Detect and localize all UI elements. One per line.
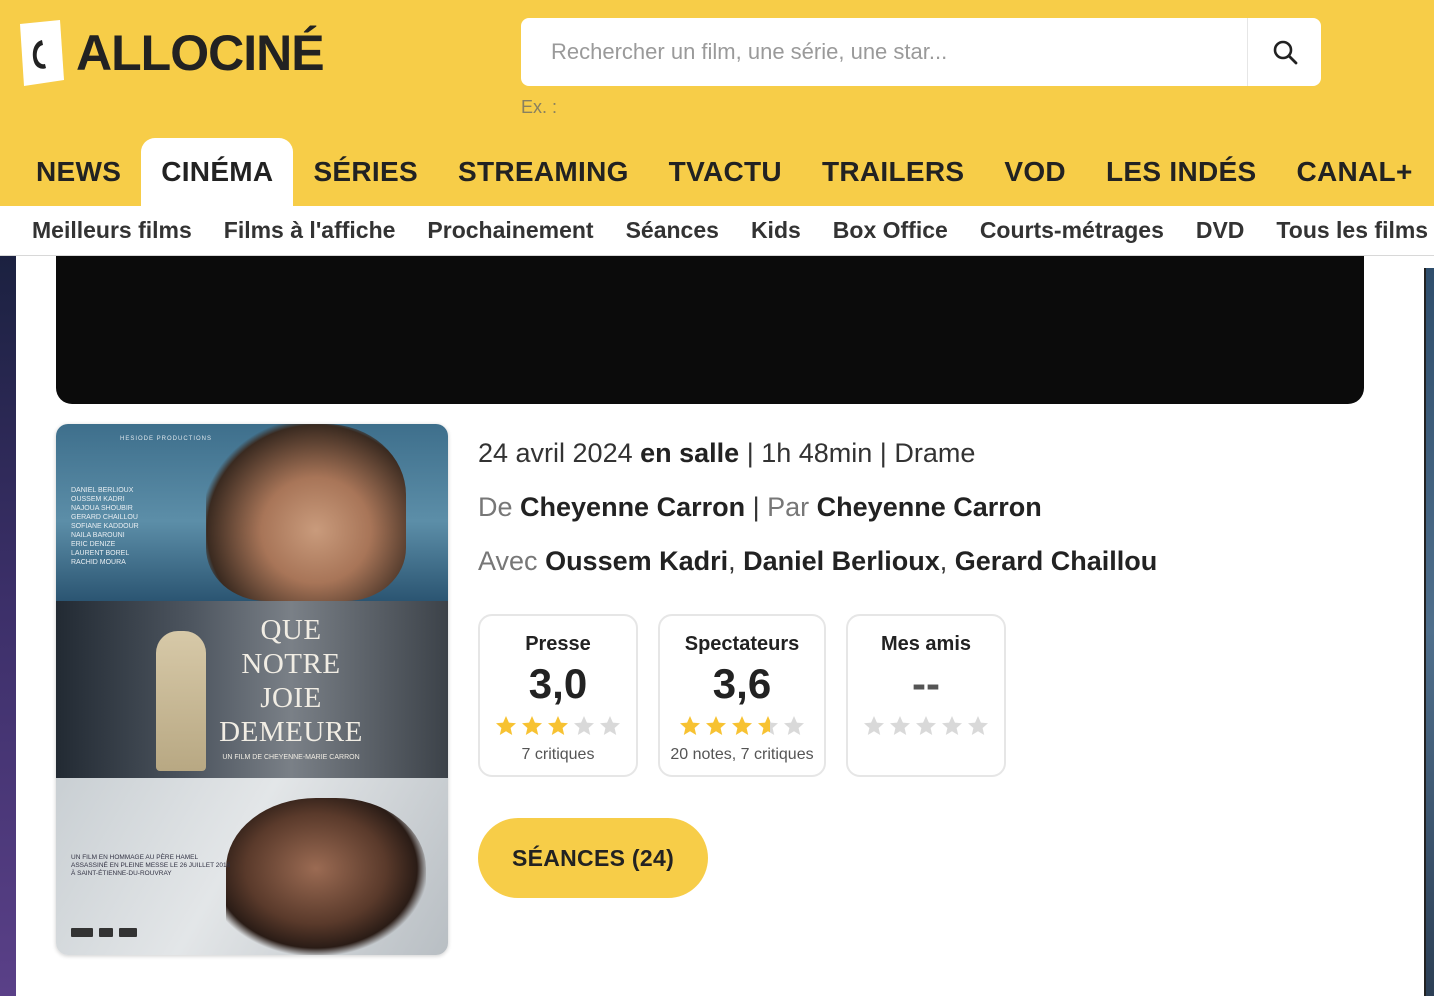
subnav-meilleurs-films[interactable]: Meilleurs films — [16, 217, 208, 244]
rating-score: 3,6 — [712, 660, 772, 707]
rating-title: Mes amis — [880, 633, 972, 655]
poster-logo — [71, 928, 93, 937]
subnav-dvd[interactable]: DVD — [1180, 217, 1261, 244]
poster-face-woman — [226, 798, 426, 955]
nav-trailers[interactable]: TRAILERS — [802, 138, 984, 206]
poster-tribute: UN FILM EN HOMMAGE AU PÈRE HAMEL ASSASSI… — [71, 854, 231, 877]
rating-count: 7 critiques — [521, 746, 595, 763]
cast-link[interactable]: Oussem Kadri — [545, 546, 728, 576]
nav-news[interactable]: NEWS — [16, 138, 141, 206]
director-prefix: De — [478, 492, 513, 522]
star-icon — [706, 716, 726, 735]
rating-title: Spectateurs — [684, 633, 800, 655]
rating-presse[interactable]: Presse 3,0 7 critiques — [478, 614, 638, 777]
subnav-courts-metrages[interactable]: Courts-métrages — [964, 217, 1180, 244]
subnav-tous-les-films[interactable]: Tous les films — [1260, 217, 1434, 244]
cast-info: Avec Oussem Kadri, Daniel Berlioux, Gera… — [478, 546, 1158, 576]
search-button[interactable] — [1247, 18, 1321, 86]
release-info: 24 avril 2024 en salle | 1h 48min | Dram… — [478, 438, 976, 468]
background-right-art — [1424, 268, 1434, 996]
director-info: De Cheyenne Carron | Par Cheyenne Carron — [478, 492, 1042, 522]
background-left-art — [0, 256, 16, 996]
nav-cinema[interactable]: CINÉMA — [141, 138, 294, 206]
search-bar — [521, 18, 1321, 86]
site-header: ALLOCINÉ Ex. : NEWS CINÉMA SÉRIES STREAM… — [0, 0, 1434, 206]
star-icon — [496, 716, 516, 735]
subnav-kids[interactable]: Kids — [735, 217, 817, 244]
star-icon — [864, 716, 884, 735]
poster-production: HESIODE PRODUCTIONS — [119, 436, 212, 442]
rating-title: Presse — [525, 633, 591, 655]
main-nav: NEWS CINÉMA SÉRIES STREAMING TVACTU TRAI… — [16, 138, 1433, 206]
poster-logo — [99, 928, 113, 937]
cast-prefix: Avec — [478, 546, 538, 576]
nav-les-indes[interactable]: LES INDÉS — [1086, 138, 1277, 206]
poster-logos — [71, 928, 137, 937]
rating-spectateurs[interactable]: Spectateurs 3,6 20 notes, 7 critiques — [658, 614, 826, 777]
star-icon — [574, 716, 594, 735]
poster-title: QUE NOTRE JOIE DEMEURE — [206, 613, 376, 749]
star-icon — [600, 716, 620, 735]
star-icon — [522, 716, 542, 735]
release-date: 24 avril 2024 — [478, 438, 633, 468]
release-type: en salle — [640, 438, 740, 468]
seances-button[interactable]: SÉANCES (24) — [478, 818, 708, 898]
writer-prefix: Par — [767, 492, 810, 522]
subnav-box-office[interactable]: Box Office — [817, 217, 964, 244]
poster-panel-bottom: UN FILM EN HOMMAGE AU PÈRE HAMEL ASSASSI… — [56, 778, 448, 955]
search-hint: Ex. : — [521, 97, 558, 117]
star-icon — [942, 716, 962, 735]
subnav-films-affiche[interactable]: Films à l'affiche — [208, 217, 412, 244]
rating-score: -- — [912, 660, 940, 707]
rating-stars — [848, 714, 1004, 738]
ticket-logo-icon — [20, 20, 64, 86]
poster-subtitle: UN FILM DE CHEYENNE-MARIE CARRON — [222, 754, 360, 761]
nav-canal-plus[interactable]: CANAL+ — [1276, 138, 1432, 206]
genre[interactable]: Drame — [894, 438, 975, 468]
nav-series[interactable]: SÉRIES — [293, 138, 438, 206]
poster-face-man — [206, 424, 406, 601]
sub-nav: Meilleurs films Films à l'affiche Procha… — [0, 206, 1434, 256]
poster-priest-figure — [156, 631, 206, 771]
nav-tvactu[interactable]: TVACTU — [649, 138, 802, 206]
poster-title-line: QUE — [260, 614, 322, 646]
star-icon — [732, 716, 752, 735]
rating-stars — [480, 714, 636, 738]
cast-link[interactable]: Gerard Chaillou — [955, 546, 1158, 576]
poster-credits: DANIEL BERLIOUX OUSSEM KADRI NAJOUA SHOU… — [71, 487, 139, 566]
writer-link[interactable]: Cheyenne Carron — [817, 492, 1042, 522]
director-link[interactable]: Cheyenne Carron — [520, 492, 745, 522]
poster-title-line: NOTRE — [241, 648, 341, 680]
rating-count: 20 notes, 7 critiques — [670, 746, 814, 763]
poster-logo — [119, 928, 137, 937]
subnav-prochainement[interactable]: Prochainement — [411, 217, 609, 244]
allocine-logo[interactable]: ALLOCINÉ — [16, 18, 325, 88]
cast-link[interactable]: Daniel Berlioux — [743, 546, 940, 576]
star-icon — [548, 716, 568, 735]
star-icon — [784, 716, 804, 735]
search-icon — [1273, 40, 1297, 65]
rating-mes-amis[interactable]: Mes amis -- — [846, 614, 1006, 777]
movie-poster[interactable]: HESIODE PRODUCTIONS DANIEL BERLIOUX OUSS… — [56, 424, 448, 955]
poster-title-line: DEMEURE — [219, 716, 363, 748]
duration: 1h 48min — [761, 438, 873, 468]
subnav-seances[interactable]: Séances — [610, 217, 735, 244]
rating-score: 3,0 — [528, 660, 588, 707]
star-icon — [968, 716, 988, 735]
star-icon — [758, 716, 778, 735]
star-icon — [890, 716, 910, 735]
poster-panel-top: HESIODE PRODUCTIONS DANIEL BERLIOUX OUSS… — [56, 424, 448, 601]
brand-name: ALLOCINÉ — [76, 25, 325, 81]
star-icon — [680, 716, 700, 735]
video-player[interactable] — [56, 256, 1364, 404]
rating-stars — [660, 714, 824, 738]
poster-panel-middle: QUE NOTRE JOIE DEMEURE UN FILM DE CHEYEN… — [56, 601, 448, 778]
poster-title-line: JOIE — [260, 682, 322, 714]
nav-vod[interactable]: VOD — [984, 138, 1086, 206]
star-icon — [916, 716, 936, 735]
nav-streaming[interactable]: STREAMING — [438, 138, 649, 206]
search-input[interactable] — [521, 18, 1247, 86]
